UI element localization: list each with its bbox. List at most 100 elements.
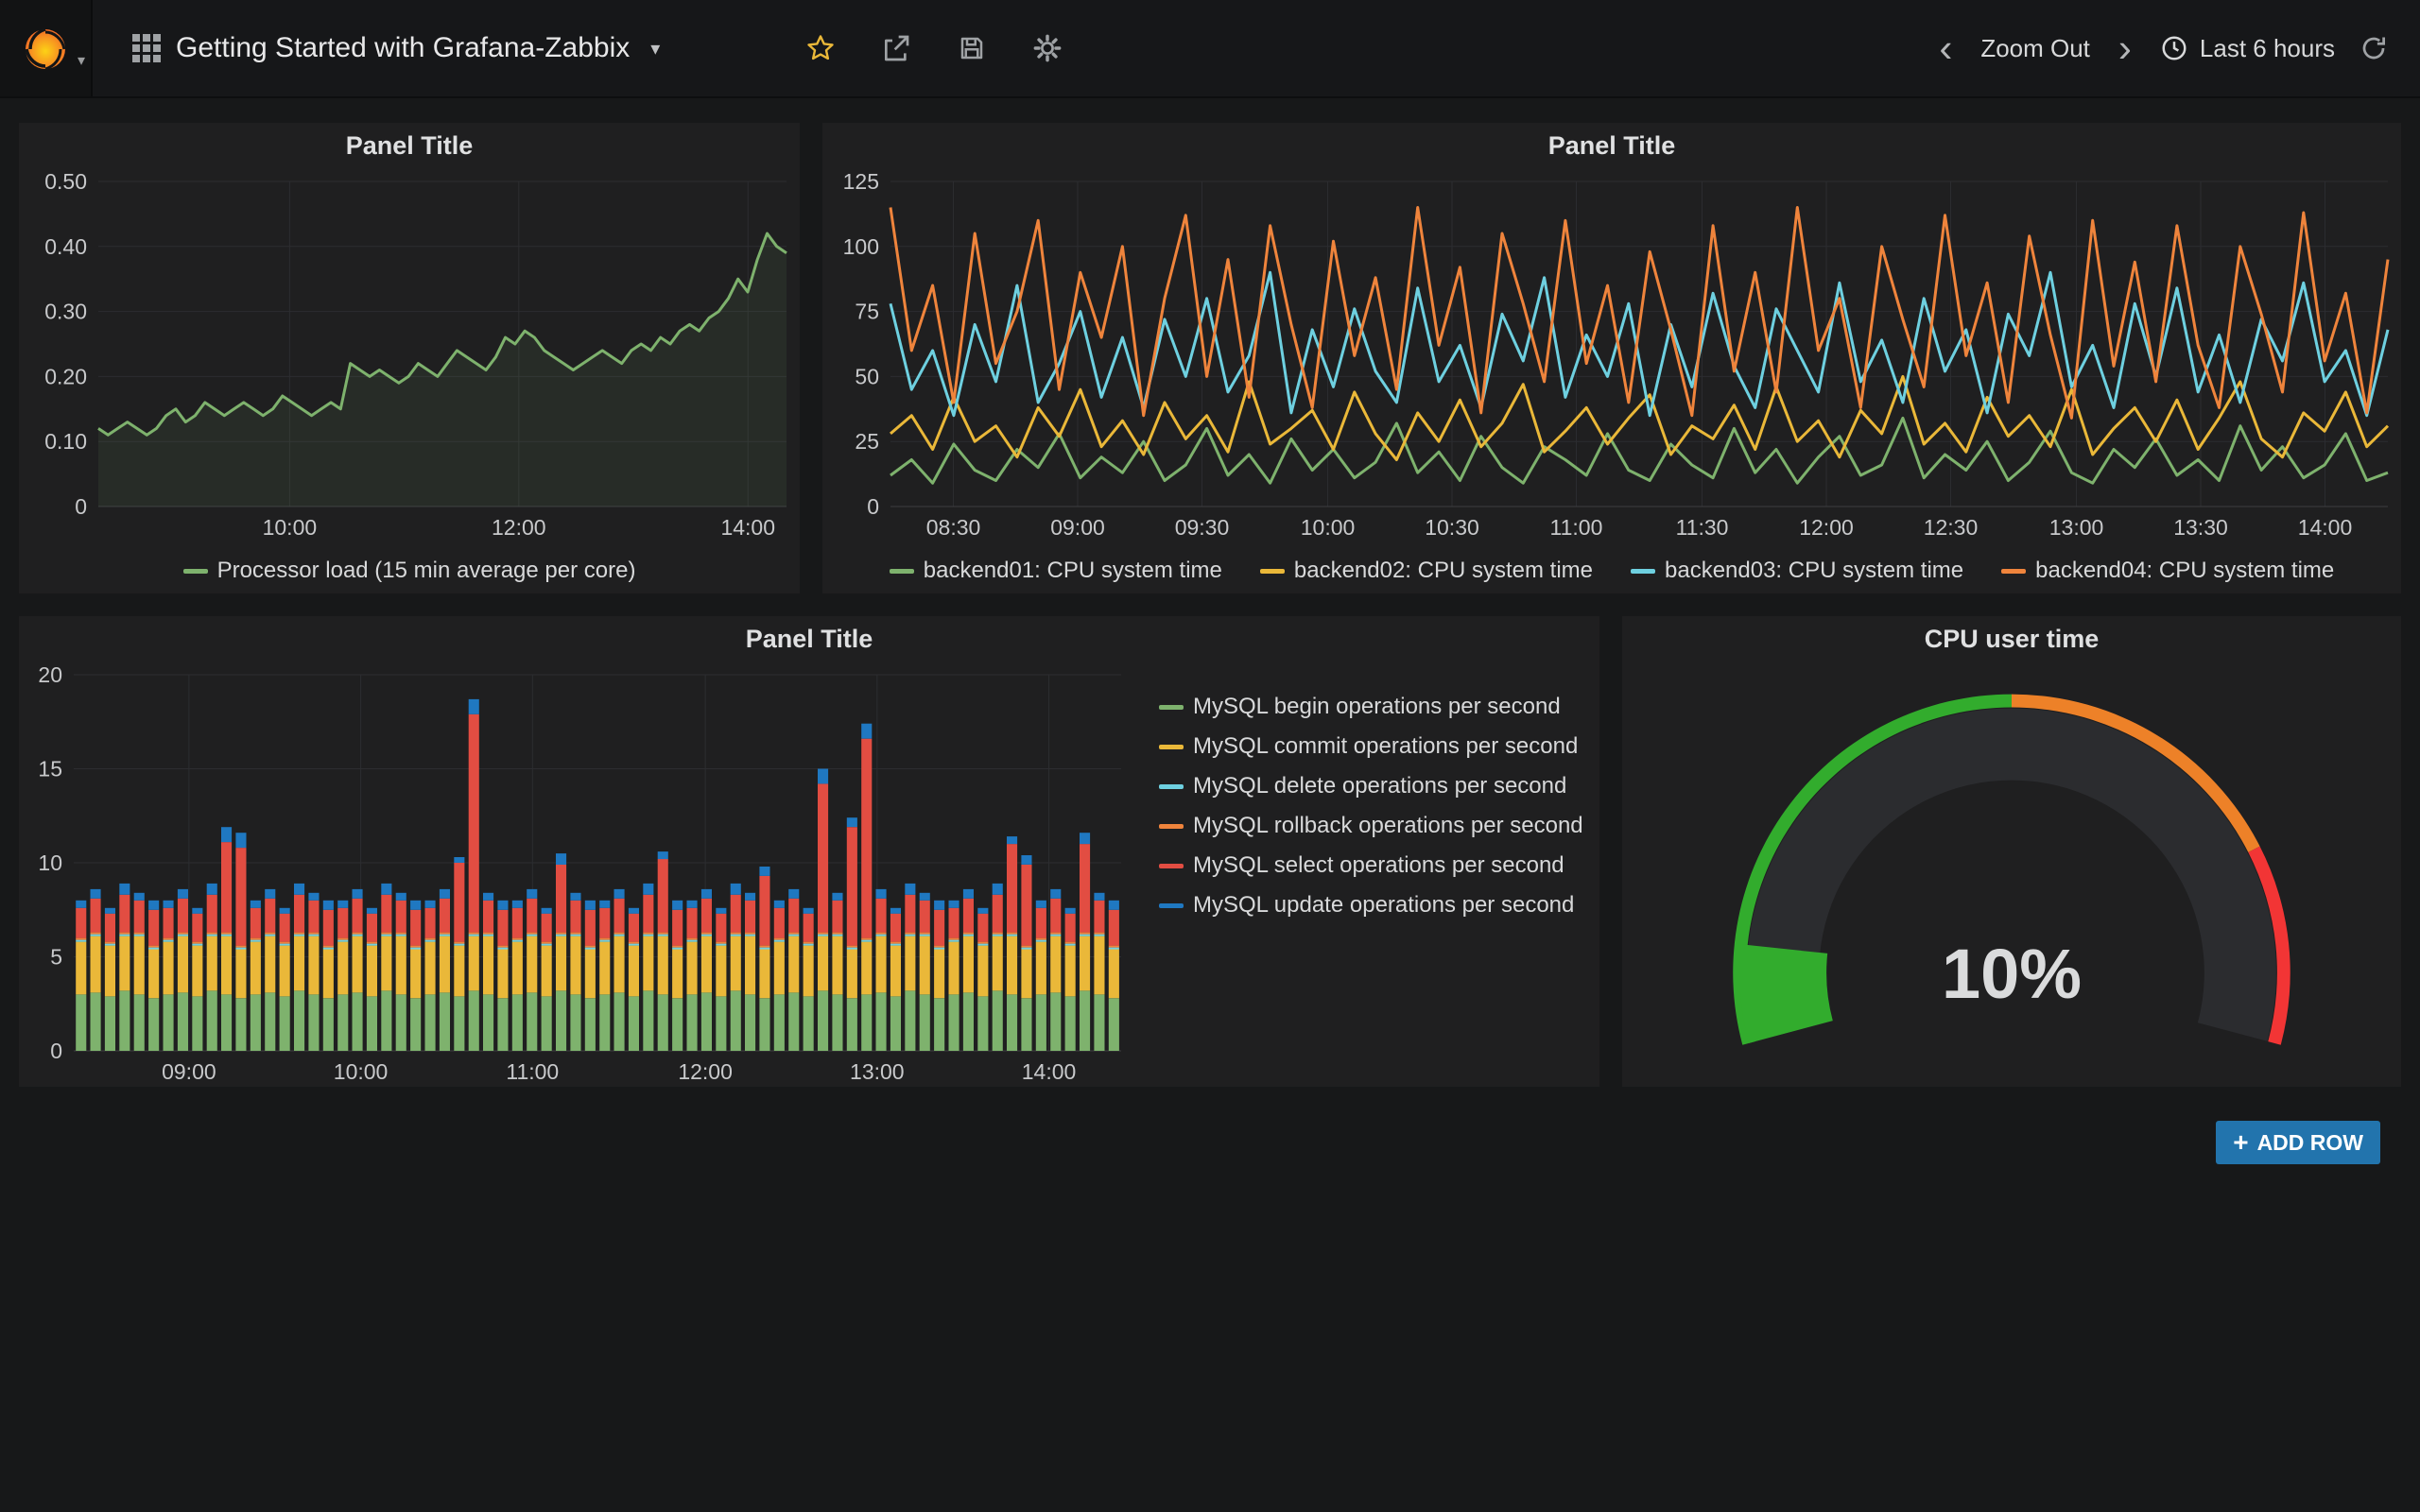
series-label: backend02: CPU system time (1294, 558, 1593, 584)
gear-icon (1032, 33, 1063, 63)
chevron-left-icon: ‹ (1939, 26, 1952, 70)
legend-item[interactable]: backend03: CPU system time (1631, 558, 1963, 584)
series-label: MySQL delete operations per second (1193, 773, 1566, 799)
time-range-label: Last 6 hours (2200, 34, 2335, 63)
time-range-picker-button[interactable]: Last 6 hours (2160, 34, 2335, 63)
row-collapse-handle[interactable] (0, 616, 10, 675)
dashboard-title-button[interactable]: Getting Started with Grafana-Zabbix ▾ (93, 0, 660, 96)
dashboard-actions (783, 0, 1085, 96)
series-color-dash (183, 569, 208, 574)
svg-text:0.40: 0.40 (44, 234, 87, 259)
panel-cpu-user-time: CPU user time 10% (1622, 616, 2401, 1087)
svg-text:125: 125 (843, 169, 879, 194)
svg-text:12:30: 12:30 (1924, 515, 1979, 540)
svg-text:14:00: 14:00 (2298, 515, 2353, 540)
svg-text:20: 20 (38, 662, 62, 687)
gauge-value: 10% (1622, 934, 2401, 1014)
zoom-out-button[interactable]: Zoom Out (1980, 34, 2090, 63)
legend-item[interactable]: MySQL select operations per second (1159, 852, 1599, 879)
legend-item[interactable]: backend04: CPU system time (2001, 558, 2334, 584)
time-shift-right-button[interactable]: › (2115, 28, 2135, 68)
svg-text:75: 75 (855, 300, 879, 324)
grafana-menu-button[interactable]: ▾ (0, 0, 93, 96)
time-shift-left-button[interactable]: ‹ (1935, 28, 1956, 68)
stacked-bar-graph[interactable]: 09:0010:0011:0012:0013:0014:0005101520 (19, 662, 1134, 1087)
graph-legend: backend01: CPU system time backend02: CP… (822, 558, 2401, 584)
grafana-dashboard: ▾ Getting Started with Grafana-Zabbix ▾ (0, 0, 2420, 1512)
svg-text:13:00: 13:00 (2049, 515, 2104, 540)
refresh-button[interactable] (2360, 34, 2388, 62)
svg-text:14:00: 14:00 (720, 515, 775, 540)
svg-text:11:30: 11:30 (1676, 515, 1729, 540)
series-label: backend03: CPU system time (1665, 558, 1963, 584)
legend-item[interactable]: MySQL update operations per second (1159, 892, 1599, 919)
panel-processor-load: Panel Title 10:0012:0014:0000.100.200.30… (19, 123, 800, 593)
series-color-dash (1159, 745, 1184, 749)
panel-title[interactable]: Panel Title (822, 123, 2401, 168)
star-icon (805, 33, 836, 63)
dashboard-settings-button[interactable] (1010, 0, 1085, 97)
legend-item[interactable]: MySQL rollback operations per second (1159, 813, 1599, 839)
star-dashboard-button[interactable] (783, 0, 858, 97)
svg-text:09:30: 09:30 (1175, 515, 1230, 540)
svg-text:25: 25 (855, 429, 879, 454)
svg-text:0.20: 0.20 (44, 364, 87, 388)
dashboard-grid-icon (132, 34, 161, 62)
series-color-dash (1159, 903, 1184, 908)
plus-icon: + (2233, 1129, 2248, 1156)
series-label: MySQL commit operations per second (1193, 733, 1578, 760)
legend-item[interactable]: MySQL begin operations per second (1159, 694, 1599, 720)
refresh-icon (2360, 34, 2388, 62)
series-color-dash (1159, 705, 1184, 710)
svg-text:13:00: 13:00 (850, 1059, 905, 1084)
share-dashboard-button[interactable] (858, 0, 934, 97)
series-color-dash (1260, 569, 1285, 574)
time-series-graph[interactable]: 10:0012:0014:0000.100.200.300.400.50 (19, 168, 800, 542)
svg-text:0: 0 (50, 1039, 62, 1063)
legend-item[interactable]: backend01: CPU system time (890, 558, 1222, 584)
series-label: MySQL rollback operations per second (1193, 813, 1583, 839)
series-label: Processor load (15 min average per core) (217, 558, 636, 584)
series-color-dash (890, 569, 914, 574)
legend-item[interactable]: Processor load (15 min average per core) (183, 558, 636, 584)
svg-text:0.10: 0.10 (44, 429, 87, 454)
svg-text:11:00: 11:00 (1550, 515, 1603, 540)
share-icon (881, 33, 911, 63)
svg-text:10:00: 10:00 (1301, 515, 1356, 540)
svg-text:0.50: 0.50 (44, 169, 87, 194)
svg-text:10:30: 10:30 (1425, 515, 1479, 540)
legend-item[interactable]: MySQL delete operations per second (1159, 773, 1599, 799)
add-row-button[interactable]: + ADD ROW (2216, 1121, 2380, 1164)
time-series-graph[interactable]: 08:3009:0009:3010:0010:3011:0011:3012:00… (822, 168, 2401, 542)
series-color-dash (1159, 784, 1184, 789)
svg-text:11:00: 11:00 (506, 1059, 559, 1084)
legend-item[interactable]: backend02: CPU system time (1260, 558, 1593, 584)
svg-text:10:00: 10:00 (334, 1059, 389, 1084)
time-controls: ‹ Zoom Out › Last 6 hours (1935, 0, 2420, 96)
row-collapse-handle[interactable] (0, 123, 10, 181)
save-dashboard-button[interactable] (934, 0, 1010, 97)
panel-mysql-operations: Panel Title 09:0010:0011:0012:0013:0014:… (19, 616, 1599, 1087)
svg-text:08:30: 08:30 (926, 515, 981, 540)
svg-text:0.30: 0.30 (44, 300, 87, 324)
svg-text:0: 0 (75, 494, 87, 519)
panel-title[interactable]: Panel Title (19, 616, 1599, 662)
series-label: MySQL select operations per second (1193, 852, 1564, 879)
svg-text:10: 10 (38, 850, 62, 875)
svg-text:100: 100 (843, 234, 879, 259)
grafana-logo-icon (21, 24, 70, 73)
svg-text:15: 15 (38, 757, 62, 782)
svg-text:50: 50 (855, 364, 879, 388)
svg-text:10:00: 10:00 (263, 515, 318, 540)
clock-icon (2160, 34, 2188, 62)
panel-title[interactable]: Panel Title (19, 123, 800, 168)
title-caret-icon: ▾ (650, 37, 660, 60)
panel-cpu-system-time: Panel Title 08:30 09:00 09:30 10:00 10:30 11:… (822, 123, 2401, 593)
gauge-graph[interactable] (1622, 662, 2401, 1087)
panel-title[interactable]: CPU user time (1622, 616, 2401, 662)
svg-text:09:00: 09:00 (162, 1059, 216, 1084)
save-icon (958, 34, 986, 62)
dashboard-title: Getting Started with Grafana-Zabbix (176, 32, 630, 64)
legend-item[interactable]: MySQL commit operations per second (1159, 733, 1599, 760)
svg-text:09:00: 09:00 (1050, 515, 1105, 540)
